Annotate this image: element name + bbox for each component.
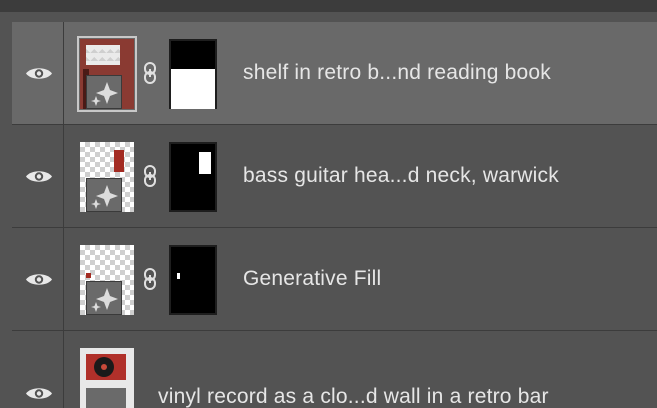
visibility-column <box>12 228 64 330</box>
eye-icon[interactable] <box>25 272 53 287</box>
layer-mask-thumbnail[interactable] <box>169 142 217 212</box>
layer-row-vinyl-record[interactable]: vinyl record as a clo...d wall in a retr… <box>12 331 657 408</box>
sparkle-icon <box>91 82 118 106</box>
thumbnail-content <box>86 354 126 380</box>
generative-badge <box>86 388 126 408</box>
vinyl-record-icon <box>94 357 114 377</box>
visibility-column <box>12 125 64 227</box>
layer-name[interactable]: vinyl record as a clo...d wall in a retr… <box>158 385 549 408</box>
sparkle-icon <box>91 185 118 209</box>
layer-thumbnail[interactable] <box>80 245 134 315</box>
visibility-column <box>12 331 64 408</box>
layer-name[interactable]: Generative Fill <box>243 267 381 291</box>
layer-row-bass-guitar[interactable]: bass guitar hea...d neck, warwick <box>12 125 657 228</box>
layer-mask-thumbnail[interactable] <box>169 245 217 315</box>
generative-badge <box>86 281 122 315</box>
mask-white-area <box>177 273 180 279</box>
thumbnail-content <box>114 150 124 172</box>
visibility-column <box>12 22 64 124</box>
layer-name[interactable]: bass guitar hea...d neck, warwick <box>243 164 559 188</box>
mask-white-area <box>199 152 211 174</box>
sparkle-icon <box>91 288 118 312</box>
thumbnail-content <box>86 273 91 278</box>
panel-top-edge <box>0 0 657 12</box>
eye-icon[interactable] <box>25 169 53 184</box>
generative-badge <box>86 75 122 109</box>
layer-row-shelf[interactable]: shelf in retro b...nd reading book <box>12 22 657 125</box>
layers-panel: shelf in retro b...nd reading book bass … <box>0 0 657 408</box>
layer-row-generative-fill[interactable]: Generative Fill <box>12 228 657 331</box>
chain-link-icon[interactable] <box>143 61 157 85</box>
generative-badge <box>86 178 122 212</box>
layer-thumbnail[interactable] <box>80 142 134 212</box>
layer-mask-thumbnail[interactable] <box>169 39 217 109</box>
layer-name[interactable]: shelf in retro b...nd reading book <box>243 61 551 85</box>
layer-thumbnail[interactable] <box>77 36 137 112</box>
mask-white-area <box>171 69 215 109</box>
chain-link-icon[interactable] <box>143 267 157 291</box>
chain-link-icon[interactable] <box>143 164 157 188</box>
layer-thumbnail[interactable] <box>80 348 134 408</box>
thumbnail-transparent-area <box>86 45 120 65</box>
eye-icon[interactable] <box>25 386 53 401</box>
eye-icon[interactable] <box>25 66 53 81</box>
